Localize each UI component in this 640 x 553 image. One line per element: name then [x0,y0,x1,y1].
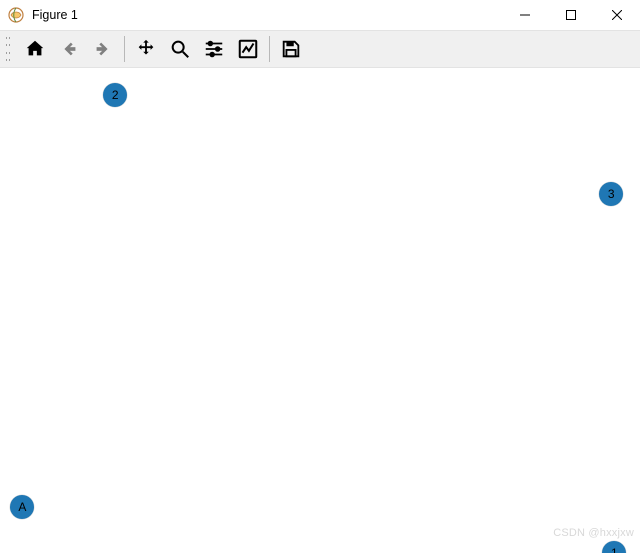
app-icon [8,7,24,23]
pan-button[interactable] [129,34,163,64]
window-controls [502,0,640,30]
axes-button[interactable] [231,34,265,64]
forward-button[interactable] [86,34,120,64]
plot-canvas[interactable]: A 2 3 1 [0,68,640,553]
back-button[interactable] [52,34,86,64]
node-2[interactable]: 2 [103,83,127,107]
titlebar: Figure 1 [0,0,640,30]
node-1[interactable]: 1 [602,541,626,553]
save-button[interactable] [274,34,308,64]
toolbar-separator [269,36,270,62]
close-button[interactable] [594,0,640,30]
watermark: CSDN @hxxjxw [553,527,634,539]
node-A[interactable]: A [10,495,34,519]
subplots-button[interactable] [197,34,231,64]
maximize-button[interactable] [548,0,594,30]
toolbar-separator [124,36,125,62]
zoom-button[interactable] [163,34,197,64]
home-button[interactable] [18,34,52,64]
toolbar-grip [6,37,12,61]
toolbar [0,30,640,68]
minimize-button[interactable] [502,0,548,30]
window-title: Figure 1 [32,8,78,22]
node-3[interactable]: 3 [599,182,623,206]
